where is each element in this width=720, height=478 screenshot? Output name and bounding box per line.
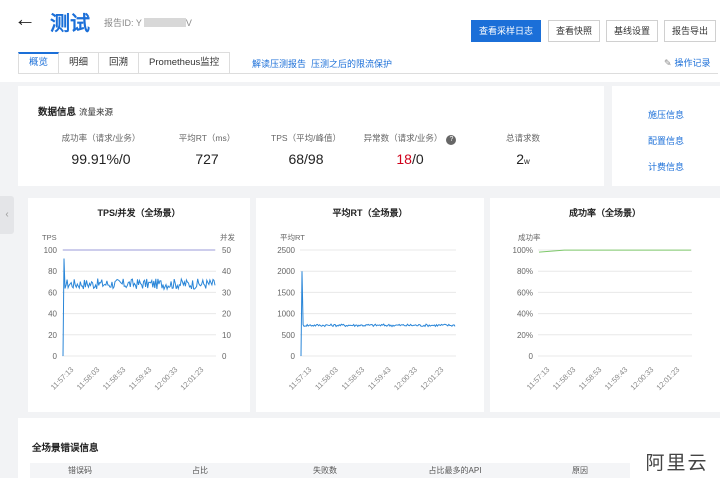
y-tick-label: 1000 [277, 310, 295, 319]
edit-log-icon: ✎ [664, 58, 672, 68]
data-info-card: 数据信息 流量来源 成功率（请求/业务） 99.91%/0 平均RT（ms） 72… [18, 86, 604, 186]
x-tick-label: 11:57:13 [49, 365, 76, 392]
y-tick-label: 80 [48, 267, 57, 276]
x-tick-label: 11:57:13 [525, 365, 552, 392]
aliyun-watermark: 阿里云 [634, 448, 720, 478]
y-tick-label: 40 [48, 310, 57, 319]
avg-rt-label: 平均RT（ms） [178, 133, 236, 143]
success-rate-label: 成功率（请求/业务） [61, 133, 141, 143]
col-reason: 原因 [572, 466, 588, 475]
billing-info-link[interactable]: 计费信息 [648, 160, 684, 173]
tab-details[interactable]: 明细 [59, 52, 100, 74]
y2-tick-label: 50 [222, 246, 231, 255]
y-tick-label: 100% [513, 246, 533, 255]
collapse-sidebar-icon[interactable]: ‹ [0, 196, 14, 234]
config-info-link[interactable]: 配置信息 [648, 134, 684, 147]
interpret-report-link[interactable]: 解读压测报告 [252, 57, 306, 70]
x-tick-label: 11:59:43 [127, 365, 154, 392]
error-table-header: 错误码 占比 失败数 占比最多的API 原因 [30, 463, 630, 478]
tps-label: TPS（平均/峰值） [271, 133, 341, 143]
y-tick-label: 0 [529, 352, 534, 361]
pressure-info-link[interactable]: 施压信息 [648, 108, 684, 121]
x-tick-label: 11:57:13 [287, 365, 314, 392]
y-tick-label: 1500 [277, 288, 295, 297]
error-info-title: 全场景错误信息 [32, 443, 99, 454]
col-failures: 失败数 [313, 466, 337, 475]
tps-value: 68/98 [288, 151, 324, 167]
x-tick-label: 11:59:43 [366, 365, 393, 392]
y2-tick-label: 30 [222, 288, 231, 297]
col-ratio: 占比 [192, 466, 208, 475]
y-tick-label: 2500 [277, 246, 295, 255]
y-tick-label: 0 [53, 352, 58, 361]
tab-replay[interactable]: 回溯 [99, 52, 140, 74]
y-tick-label: 0 [291, 352, 296, 361]
tab-divider [18, 73, 718, 74]
y-tick-label: 20 [48, 331, 57, 340]
back-arrow-icon[interactable]: ← [14, 6, 36, 32]
y2-tick-label: 10 [222, 331, 231, 340]
y-tick-label: 2000 [277, 267, 295, 276]
col-error-code: 错误码 [68, 466, 92, 475]
y-tick-label: 40% [517, 310, 533, 319]
traffic-source-label: 流量来源 [79, 107, 114, 117]
rt-chart-card: 平均RT（全场景） 0 500 1000 1500 2000 2500 平均RT 11:57:… [256, 198, 484, 412]
y2-tick-label: 40 [222, 267, 231, 276]
data-info-title: 数据信息 流量来源 [38, 107, 114, 118]
x-tick-label: 12:00:33 [392, 365, 419, 392]
col-top-api: 占比最多的API [428, 466, 482, 475]
operation-log-link[interactable]: ✎ 操作记录 [664, 56, 711, 69]
baseline-settings-button[interactable]: 基线设置 [606, 20, 658, 42]
x-tick-label: 11:58:03 [75, 365, 102, 392]
x-tick-label: 11:59:43 [603, 365, 630, 392]
y-tick-label: 500 [282, 331, 296, 340]
y-tick-label: 100 [44, 246, 58, 255]
success-rate-chart: 020%40%60%80%100%成功率11:57:13 11:58:03 11:5… [513, 232, 692, 392]
x-tick-label: 11:58:53 [577, 365, 604, 392]
left-axis-label: TPS [42, 233, 57, 242]
x-tick-label: 12:01:23 [178, 365, 205, 392]
exceptions-value: 18/0 [396, 151, 424, 167]
y2-tick-label: 20 [222, 310, 231, 319]
x-tick-label: 12:00:33 [628, 365, 655, 392]
series-line [62, 258, 216, 357]
total-requests-value: 2w [516, 151, 530, 167]
page-title: 测试 [50, 11, 90, 35]
y-tick-label: 60% [517, 288, 533, 297]
y2-tick-label: 0 [222, 352, 227, 361]
throttling-protection-link[interactable]: 压测之后的限流保护 [311, 57, 392, 70]
report-id: 报告ID: YV [104, 18, 192, 28]
help-icon[interactable]: ? [446, 135, 457, 145]
x-tick-label: 11:58:53 [340, 365, 367, 392]
tab-overview[interactable]: 概览 [18, 52, 60, 74]
report-id-mask [143, 18, 186, 27]
y-tick-label: 20% [517, 331, 533, 340]
x-tick-label: 11:58:03 [313, 365, 340, 392]
tab-prometheus[interactable]: Prometheus监控 [139, 52, 231, 74]
success-rate-value: 99.91%/0 [71, 151, 131, 167]
total-requests-label: 总请求数 [505, 133, 540, 143]
view-sampling-log-button[interactable]: 查看采样日志 [471, 20, 541, 42]
tps-chart-card: TPS/并发（全场景） 0 20 40 60 80 100 0 10 20 30 40 50 并发 TPS… [28, 198, 250, 412]
exceptions-label: 异常数（请求/业务）? [355, 132, 465, 145]
left-axis-label: 成功率 [518, 232, 541, 242]
left-axis-label: 平均RT [280, 232, 305, 242]
x-tick-label: 11:58:53 [101, 365, 128, 392]
series-line [538, 249, 691, 253]
right-axis-label: 并发 [220, 232, 235, 242]
y-tick-label: 60 [48, 288, 57, 297]
x-tick-label: 12:01:23 [418, 365, 445, 392]
success-chart-card: 成功率（全场景） 0 20% 40% 60% 80% 100% 成功率 11:57:13 11:… [490, 198, 720, 412]
x-tick-label: 12:00:33 [152, 365, 179, 392]
export-report-button[interactable]: 报告导出 [664, 20, 716, 42]
page-header: ← 测试 报告ID: YV 查看采样日志 查看快照 基线设置 报告导出 概览 明… [0, 0, 720, 82]
y-tick-label: 80% [517, 267, 533, 276]
view-snapshot-button[interactable]: 查看快照 [548, 20, 600, 42]
avg-rt-chart: 0 500 1000 1500 2000 2500 平均RT 11:57:13 11:58:03… [277, 232, 456, 392]
x-tick-label: 12:01:23 [654, 365, 681, 392]
x-tick-label: 11:58:03 [551, 365, 578, 392]
avg-rt-value: 727 [195, 151, 219, 167]
tps-concurrency-chart: 02040608010001020304050并发TPS11:57:13 11:5… [42, 232, 235, 392]
report-tabs: 概览 明细 回溯 Prometheus监控 [18, 52, 231, 74]
